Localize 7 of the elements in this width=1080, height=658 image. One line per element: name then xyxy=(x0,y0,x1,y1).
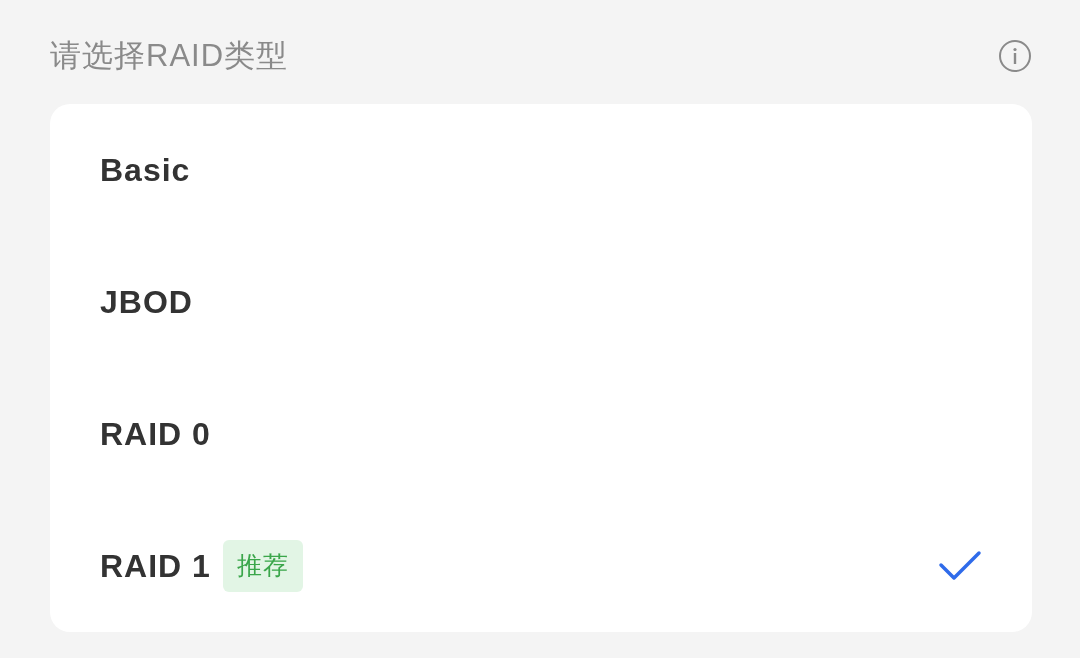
section-title: 请选择RAID类型 xyxy=(50,36,289,75)
raid-option[interactable]: RAID 1 推荐 xyxy=(100,500,982,632)
raid-option[interactable]: RAID 0 xyxy=(100,368,982,500)
raid-option[interactable]: JBOD xyxy=(100,236,982,368)
raid-option[interactable]: Basic xyxy=(100,104,982,236)
recommended-badge: 推荐 xyxy=(222,540,303,592)
info-icon[interactable] xyxy=(998,39,1032,73)
